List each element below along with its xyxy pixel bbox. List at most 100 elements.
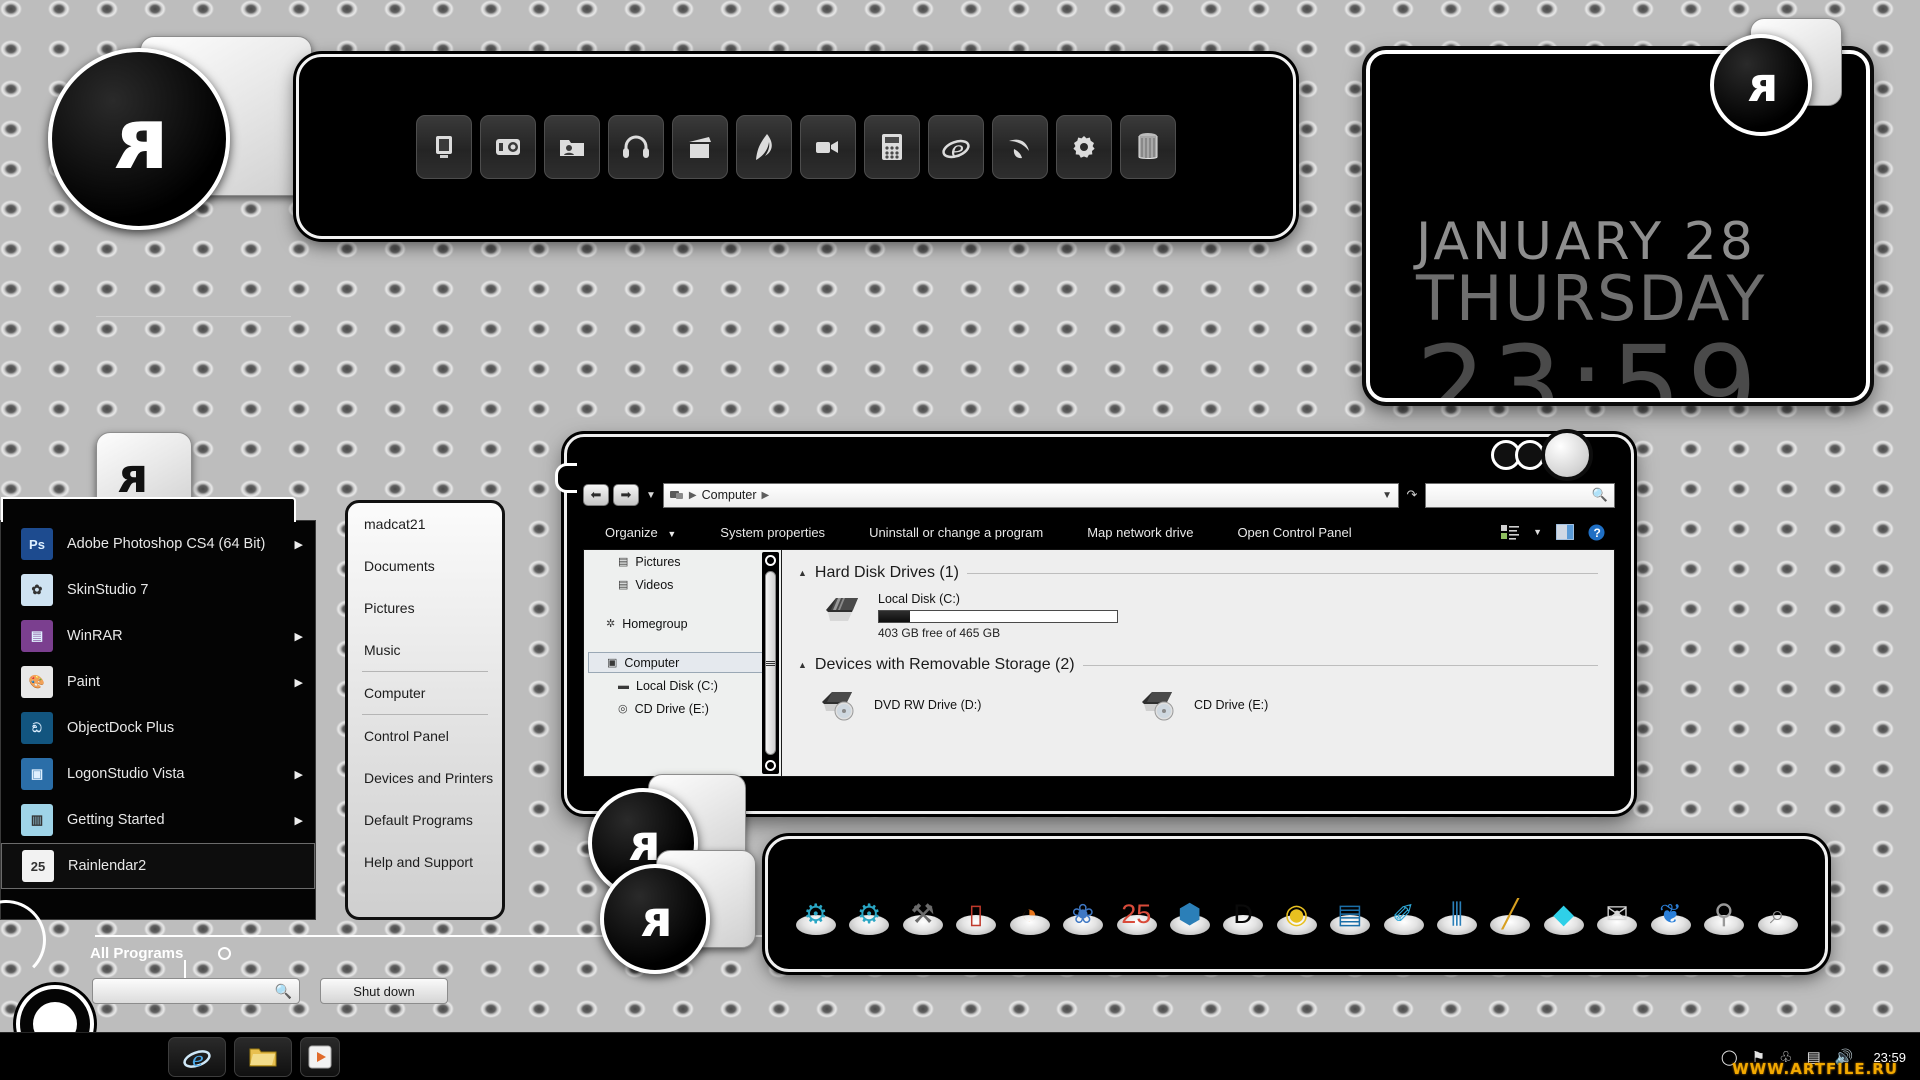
- back-button[interactable]: ⬅: [583, 484, 609, 506]
- navigation-scrollbar[interactable]: [762, 552, 779, 774]
- start-menu-item-skinstudio-7[interactable]: ✿SkinStudio 7: [1, 567, 315, 613]
- dock-item-internet-explorer[interactable]: e: [928, 115, 984, 179]
- start-menu-item-logonstudio-vista[interactable]: ▣LogonStudio Vista▶: [1, 751, 315, 797]
- dock-item-headphones[interactable]: [608, 115, 664, 179]
- bottom-dock-item-mail-envelope[interactable]: ✉: [1591, 873, 1642, 935]
- start-menu-item-rainlendar2[interactable]: 25Rainlendar2: [1, 843, 315, 889]
- explorer-address-bar[interactable]: ⬅ ➡ ▼ ▶ Computer ▶ ▼ ↷ 🔍: [583, 479, 1615, 511]
- dock-item-recycle-bin[interactable]: [1120, 115, 1176, 179]
- explorer-content-pane[interactable]: ▲ Hard Disk Drives (1) Local Disk (C:): [782, 550, 1614, 776]
- bottom-dock-item-settings-gear-2[interactable]: ⚙: [843, 873, 894, 935]
- bottom-dock-item-magnifier-zoom[interactable]: ⌕: [1752, 873, 1803, 935]
- start-menu-right-item-computer[interactable]: Computer: [348, 672, 502, 714]
- shutdown-button[interactable]: Shut down: [320, 978, 448, 1004]
- navigation-tree[interactable]: ▤Pictures▤Videos ✲Homegroup ▣Computer▬Loca…: [584, 550, 781, 720]
- start-menu-right-item-help-and-support[interactable]: Help and Support: [348, 841, 502, 883]
- taskbar-media-player[interactable]: [300, 1037, 340, 1077]
- start-menu-right-item-default-programs[interactable]: Default Programs: [348, 799, 502, 841]
- start-menu-right-item-pictures[interactable]: Pictures: [348, 587, 502, 629]
- collapse-triangle-icon[interactable]: ▲: [798, 568, 807, 578]
- view-list-icon[interactable]: [1501, 524, 1519, 540]
- refresh-icon[interactable]: ↷: [1403, 487, 1421, 503]
- start-menu[interactable]: PsAdobe Photoshop CS4 (64 Bit)▶✿SkinStud…: [0, 520, 316, 920]
- bottom-dock-item-autodesk-sketch[interactable]: ✐: [1378, 873, 1429, 935]
- drive-item-cd-e[interactable]: CD Drive (E:): [1138, 678, 1458, 732]
- taskbar-internet-explorer[interactable]: e: [168, 1037, 226, 1077]
- explorer-titlebar[interactable]: [567, 437, 1631, 479]
- bottom-dock-item-winamp-visualizer[interactable]: ⫼: [1431, 873, 1482, 935]
- toolbar-system-properties[interactable]: System properties: [698, 525, 847, 540]
- scrollbar-thumb[interactable]: [765, 571, 776, 755]
- dock-item-settings[interactable]: [1056, 115, 1112, 179]
- toolbar-organize[interactable]: Organize ▼: [583, 525, 698, 540]
- nav-item-cd-drive-e[interactable]: ◎CD Drive (E:): [584, 697, 781, 720]
- start-menu-search-box[interactable]: 🔍: [92, 978, 300, 1004]
- group-header-removable[interactable]: ▲ Devices with Removable Storage (2): [798, 656, 1598, 674]
- bottom-dock-item-gamepad[interactable]: ⬢: [1164, 873, 1215, 935]
- bottom-dock-item-media-editor[interactable]: ╱: [1484, 873, 1535, 935]
- start-menu-item-getting-started[interactable]: ▥Getting Started▶: [1, 797, 315, 843]
- start-menu-right-item-control-panel[interactable]: Control Panel: [348, 715, 502, 757]
- address-dropdown-icon[interactable]: ▼: [1382, 490, 1392, 501]
- start-menu-item-objectdock-plus[interactable]: ඞObjectDock Plus: [1, 705, 315, 751]
- bottom-dock-item-brain-scan[interactable]: ❦: [1645, 873, 1696, 935]
- group-header-hard-disks[interactable]: ▲ Hard Disk Drives (1): [798, 564, 1598, 582]
- dock-item-camera[interactable]: [480, 115, 536, 179]
- dock-item-video-camera[interactable]: [800, 115, 856, 179]
- dock-item-calculator[interactable]: [864, 115, 920, 179]
- nav-item-pictures[interactable]: ▤Pictures: [584, 550, 781, 573]
- close-button[interactable]: [1541, 429, 1593, 481]
- start-menu-item-winrar[interactable]: ▤WinRAR▶: [1, 613, 315, 659]
- explorer-search-input[interactable]: [1432, 488, 1592, 502]
- bottom-dock[interactable]: ⚙⚙⚒▯◔❀25⬢D◉▤✐⫼╱◆✉❦⚲⌕: [765, 836, 1828, 972]
- breadcrumb-segment[interactable]: Computer: [702, 488, 757, 502]
- explorer-toolbar[interactable]: Organize ▼ System properties Uninstall o…: [583, 515, 1615, 549]
- dock-item-computer[interactable]: [416, 115, 472, 179]
- dock-item-photoshop[interactable]: [736, 115, 792, 179]
- start-menu-right-item-documents[interactable]: Documents: [348, 545, 502, 587]
- explorer-window[interactable]: ⬅ ➡ ▼ ▶ Computer ▶ ▼ ↷ 🔍 Organize ▼ Syst…: [564, 434, 1634, 814]
- toolbar-uninstall-program[interactable]: Uninstall or change a program: [847, 525, 1065, 540]
- taskbar-windows-explorer[interactable]: [234, 1037, 292, 1077]
- history-dropdown-icon[interactable]: ▼: [646, 490, 656, 501]
- scroll-up-button[interactable]: [765, 555, 776, 566]
- bottom-dock-item-dell-support[interactable]: D: [1217, 873, 1268, 935]
- bottom-dock-item-itunes-phone[interactable]: ▯: [950, 873, 1001, 935]
- bottom-dock-item-magnifier-search[interactable]: ⚲: [1698, 873, 1749, 935]
- bottom-dock-item-settings-gear-1[interactable]: ⚙: [790, 873, 841, 935]
- forward-button[interactable]: ➡: [613, 484, 639, 506]
- window-controls[interactable]: [1491, 429, 1593, 481]
- start-menu-right-item-devices-and-printers[interactable]: Devices and Printers: [348, 757, 502, 799]
- bottom-dock-item-gimp-paw[interactable]: ❀: [1057, 873, 1108, 935]
- start-menu-right-item-music[interactable]: Music: [348, 629, 502, 671]
- nav-item-homegroup[interactable]: ✲Homegroup: [584, 612, 781, 635]
- start-menu-program-list[interactable]: PsAdobe Photoshop CS4 (64 Bit)▶✿SkinStud…: [1, 521, 315, 889]
- bottom-dock-item-rainlendar-calendar[interactable]: 25: [1111, 873, 1162, 935]
- start-menu-right-panel[interactable]: madcat21DocumentsPicturesMusicComputerCo…: [345, 500, 505, 920]
- bottom-dock-item-gemstone-installer[interactable]: ◆: [1538, 873, 1589, 935]
- explorer-navigation-pane[interactable]: ▤Pictures▤Videos ✲Homegroup ▣Computer▬Loca…: [584, 550, 782, 776]
- bottom-dock-item-disc-burner[interactable]: ◉: [1271, 873, 1322, 935]
- drive-item-dvd-rw-d[interactable]: DVD RW Drive (D:): [818, 678, 1138, 732]
- bottom-dock-item-tools-hammer-wrench[interactable]: ⚒: [897, 873, 948, 935]
- toolbar-open-control-panel[interactable]: Open Control Panel: [1215, 525, 1373, 540]
- dock-item-user-folder[interactable]: [544, 115, 600, 179]
- breadcrumb-chevron-icon[interactable]: ▶: [762, 490, 770, 501]
- view-dropdown-icon[interactable]: ▼: [1533, 527, 1542, 537]
- scroll-down-button[interactable]: [765, 760, 776, 771]
- nav-item-local-disk-c[interactable]: ▬Local Disk (C:): [584, 674, 781, 697]
- search-input[interactable]: [99, 981, 269, 1003]
- taskbar-launch-area[interactable]: e: [168, 1037, 340, 1077]
- bottom-dock-item-studio-audio[interactable]: ▤: [1324, 873, 1375, 935]
- help-icon[interactable]: ?: [1588, 524, 1605, 541]
- all-programs-arrow-icon[interactable]: [218, 947, 231, 960]
- start-menu-item-adobe-photoshop-cs4-64-bit[interactable]: PsAdobe Photoshop CS4 (64 Bit)▶: [1, 521, 315, 567]
- nav-item-videos[interactable]: ▤Videos: [584, 573, 781, 596]
- toolbar-right-group[interactable]: ▼ ?: [1501, 524, 1615, 541]
- toolbar-map-network-drive[interactable]: Map network drive: [1065, 525, 1215, 540]
- explorer-search-box[interactable]: 🔍: [1425, 483, 1615, 508]
- start-menu-item-paint[interactable]: 🎨Paint▶: [1, 659, 315, 705]
- dock-item-movie[interactable]: [672, 115, 728, 179]
- start-menu-right-list[interactable]: madcat21DocumentsPicturesMusicComputerCo…: [348, 503, 502, 883]
- nav-item-computer[interactable]: ▣Computer: [588, 652, 777, 673]
